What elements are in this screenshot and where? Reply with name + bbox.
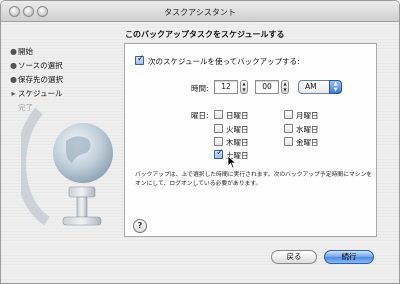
sunday-checkbox[interactable] [214,110,223,119]
tuesday-label: 火曜日 [226,125,249,134]
schedule-enable-checkbox[interactable]: ✓ [135,54,145,65]
days-label: 曜日: [191,111,209,120]
minute-field[interactable]: 00 [255,80,279,94]
schedule-panel [124,43,377,237]
friday-checkbox[interactable] [284,137,293,146]
hour-field[interactable]: 12 [214,80,238,94]
checkmark-icon: ✓ [216,148,224,158]
wednesday-label: 水曜日 [296,125,319,134]
page-heading: このバックアップタスクをスケジュールする [125,30,285,39]
saturday-checkbox[interactable]: ✓ [214,148,224,159]
step-schedule: ▸ スケジュール [9,86,119,100]
clamp-globe-illustration [21,107,113,226]
mouse-pointer-icon [227,155,237,169]
help-button[interactable]: ? [133,219,147,233]
thursday-checkbox[interactable] [214,137,223,146]
step-current-icon: ▸ [11,88,16,98]
step-label: 保存先の選択 [18,74,63,84]
step-label: 開始 [18,46,33,56]
checkmark-icon: ✓ [137,54,145,64]
tuesday-checkbox[interactable] [214,124,223,133]
step-label: ソースの選択 [18,60,63,70]
wednesday-checkbox[interactable] [284,124,293,133]
continue-button[interactable]: 続行 [324,250,374,264]
hour-stepper[interactable]: ▲ ▼ [240,80,248,94]
minute-stepper[interactable]: ▲ ▼ [281,80,289,94]
thursday-label: 木曜日 [226,138,249,147]
step-source: ● ソースの選択 [9,58,119,72]
step-done-icon: ● [10,60,17,70]
sunday-label: 日曜日 [226,111,249,120]
monday-label: 月曜日 [296,111,319,120]
window-title: タスクアシスタント [164,8,236,17]
friday-label: 金曜日 [296,138,319,147]
back-button[interactable]: 戻る [271,250,317,264]
title-bar: タスクアシスタント [1,1,399,22]
schedule-enable-label: 次のスケジュールを使ってバックアップする: [148,57,300,66]
chevron-updown-icon: ▲ ▼ [329,80,342,94]
time-label: 時間: [191,84,209,93]
step-label: スケジュール [18,88,63,98]
step-done-icon: ● [10,74,17,84]
step-destination: ● 保存先の選択 [9,72,119,86]
ampm-popup[interactable]: AM ▲ ▼ [298,80,342,94]
ampm-value: AM [305,82,317,91]
schedule-note: バックアップは、上で選択した時間に実行されます。次のバックアップ予定時間にマシン… [135,172,373,187]
step-start: ● 開始 [9,44,119,58]
monday-checkbox[interactable] [284,110,293,119]
assistant-window: タスクアシスタント ● 開始 ● ソースの選択 ● 保存先の選択 ▸ スケジュー… [0,0,400,284]
step-done-icon: ● [10,46,17,56]
